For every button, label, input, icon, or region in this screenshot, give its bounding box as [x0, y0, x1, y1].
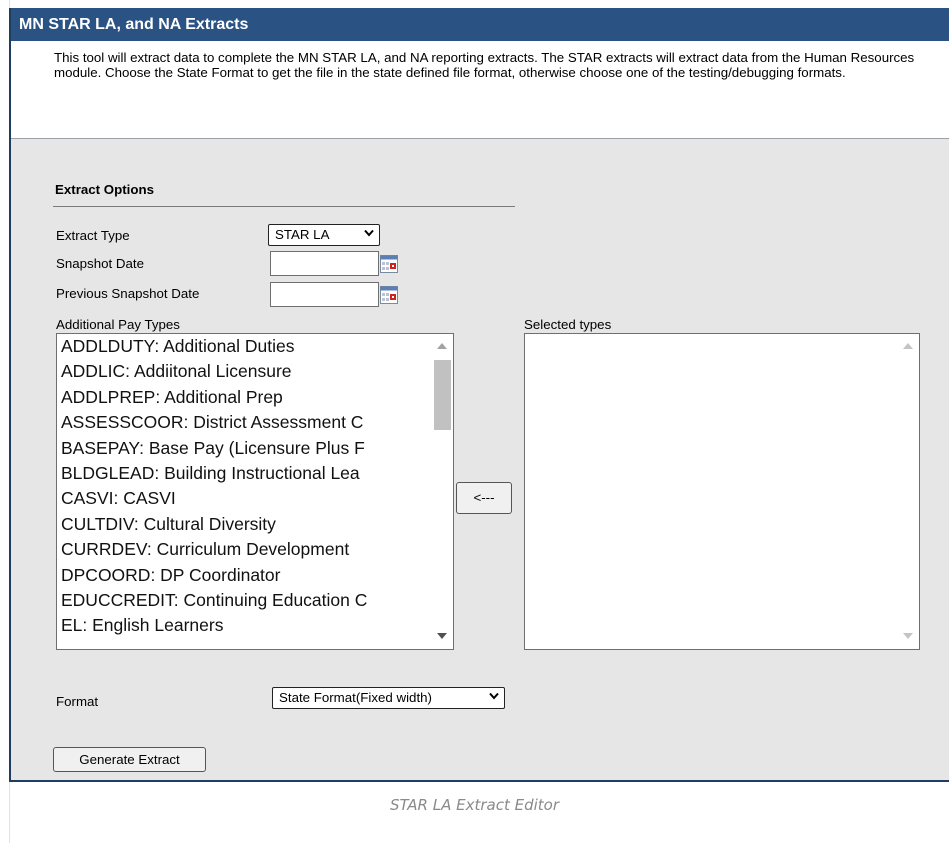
previous-snapshot-date-input[interactable] — [270, 282, 379, 307]
scroll-down-arrow-icon[interactable] — [903, 633, 913, 639]
additional-pay-types-label: Additional Pay Types — [56, 317, 180, 332]
calendar-icon[interactable] — [380, 286, 398, 304]
format-value: State Format(Fixed width) — [279, 690, 432, 705]
scroll-up-arrow-icon[interactable] — [437, 343, 447, 349]
list-item[interactable]: CULTDIV: Cultural Diversity — [57, 512, 453, 537]
list-item[interactable]: DPCOORD: DP Coordinator — [57, 563, 453, 588]
list-item[interactable]: ADDLPREP: Additional Prep — [57, 385, 453, 410]
list-item[interactable]: ADDLDUTY: Additional Duties — [57, 334, 453, 359]
figure-caption: STAR LA Extract Editor — [389, 796, 560, 814]
scroll-down-arrow-icon[interactable] — [437, 633, 447, 639]
section-divider — [53, 206, 515, 207]
selected-types-listbox[interactable] — [524, 333, 920, 650]
section-title: Extract Options — [55, 182, 155, 197]
list-item[interactable]: EL: English Learners — [57, 613, 453, 638]
format-select[interactable]: State Format(Fixed width) — [272, 687, 505, 709]
calendar-icon[interactable] — [380, 255, 398, 273]
scroll-up-arrow-icon[interactable] — [903, 343, 913, 349]
chevron-down-icon — [489, 692, 499, 700]
scrollbar-thumb[interactable] — [434, 360, 451, 430]
list-item[interactable]: EDUCCREDIT: Continuing Education C — [57, 588, 453, 613]
list-item[interactable]: ADDLIC: Addiitonal Licensure — [57, 359, 453, 384]
list-item[interactable]: CURRDEV: Curriculum Development — [57, 537, 453, 562]
extract-type-label: Extract Type — [56, 228, 130, 243]
list-item[interactable]: BASEPAY: Base Pay (Licensure Plus F — [57, 436, 453, 461]
snapshot-date-label: Snapshot Date — [56, 256, 144, 271]
pay-types-list: ADDLDUTY: Additional Duties ADDLIC: Addii… — [57, 334, 453, 639]
scrollbar[interactable] — [431, 334, 453, 649]
move-to-available-button[interactable]: <--- — [456, 482, 512, 514]
window-title: MN STAR LA, and NA Extracts — [11, 8, 949, 41]
generate-extract-button[interactable]: Generate Extract — [53, 747, 206, 772]
list-item[interactable]: ASSESSCOOR: District Assessment C — [57, 410, 453, 435]
snapshot-date-input[interactable] — [270, 251, 379, 276]
extract-type-select[interactable]: STAR LA — [268, 224, 380, 246]
extract-editor-window: MN STAR LA, and NA Extracts This tool wi… — [9, 8, 949, 782]
form-area: Extract Options Extract Type STAR LA Sna… — [11, 139, 949, 780]
previous-snapshot-date-label: Previous Snapshot Date — [56, 286, 200, 301]
selected-types-label: Selected types — [524, 317, 612, 332]
extract-type-value: STAR LA — [275, 227, 330, 242]
list-item[interactable]: CASVI: CASVI — [57, 486, 453, 511]
format-label: Format — [56, 694, 99, 709]
list-item[interactable]: BLDGLEAD: Building Instructional Lea — [57, 461, 453, 486]
scrollbar[interactable] — [897, 334, 919, 649]
chevron-down-icon — [364, 229, 374, 237]
tool-description: This tool will extract data to complete … — [11, 41, 949, 139]
additional-pay-types-listbox[interactable]: ADDLDUTY: Additional Duties ADDLIC: Addii… — [56, 333, 454, 650]
